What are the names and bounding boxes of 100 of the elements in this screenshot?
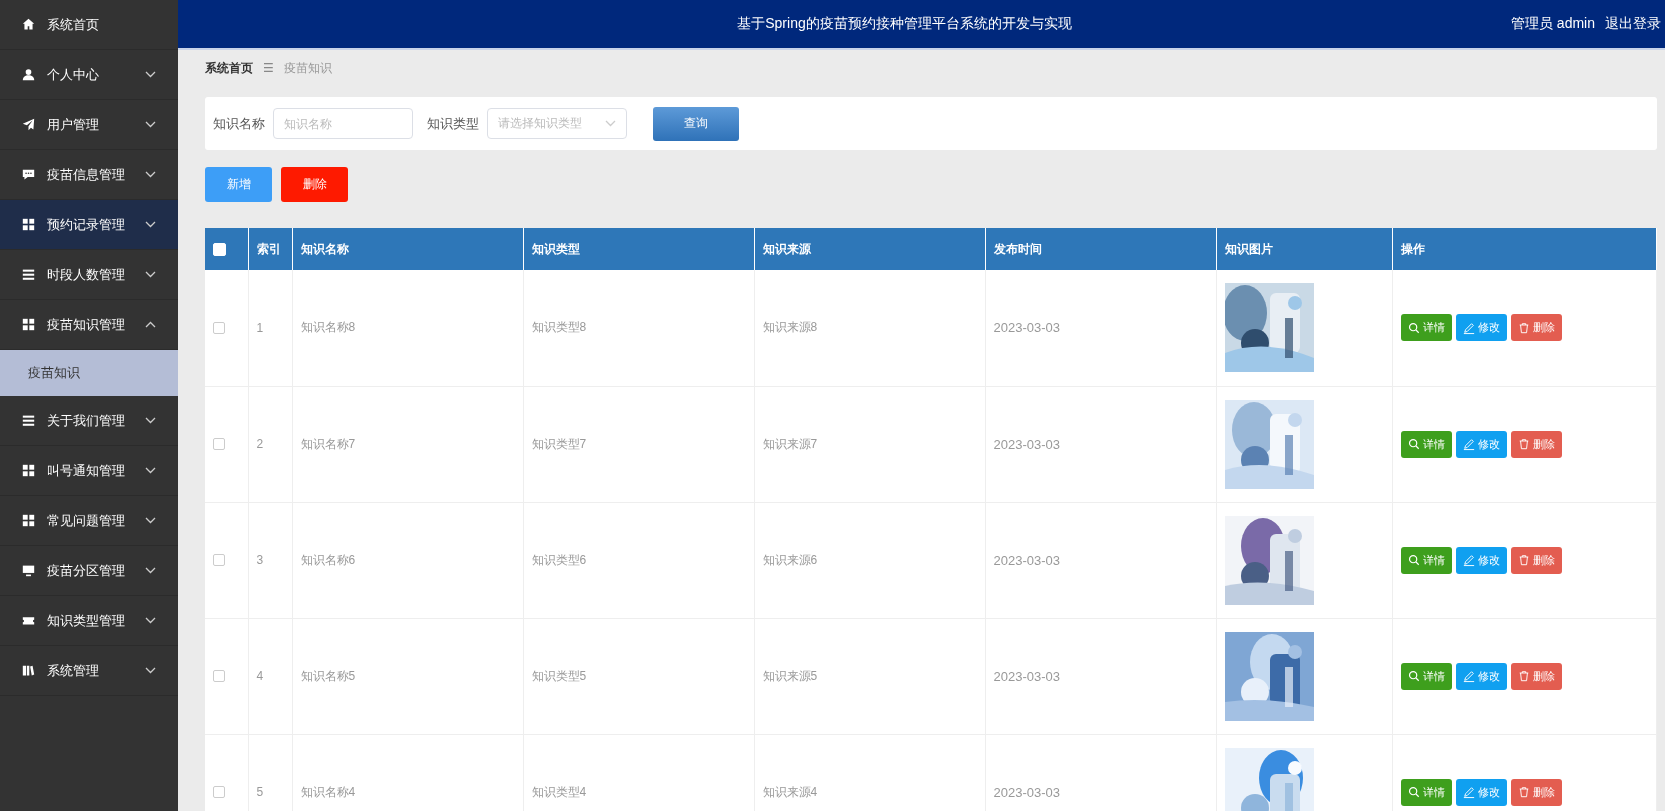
table-cell: 知识类型8	[523, 270, 754, 386]
chevron-icon	[145, 467, 156, 474]
detail-button[interactable]: 详情	[1400, 662, 1452, 690]
type-select[interactable]: 请选择知识类型	[487, 108, 627, 139]
name-field[interactable]: 知识名称	[273, 108, 413, 139]
detail-button[interactable]: 详情	[1400, 314, 1452, 342]
checkbox[interactable]	[213, 786, 225, 798]
edit-button[interactable]: 修改	[1455, 546, 1507, 574]
table-cell: 知识来源7	[754, 386, 985, 502]
pencil-icon	[1462, 669, 1475, 683]
table-cell: 2	[248, 386, 292, 502]
table-cell: 3	[248, 502, 292, 618]
detail-button[interactable]: 详情	[1400, 430, 1452, 458]
grid-icon	[22, 218, 35, 231]
monitor-icon	[22, 564, 35, 577]
trash-icon	[1517, 553, 1530, 567]
delete-button[interactable]: 删除	[1510, 778, 1562, 806]
chevron-icon	[145, 617, 156, 624]
home-icon	[22, 18, 35, 31]
table-cell: 2023-03-03	[985, 386, 1216, 502]
chevron-icon	[145, 171, 156, 178]
chevron-icon	[145, 567, 156, 574]
grid-icon	[22, 318, 35, 331]
table-cell: 知识名称8	[292, 270, 523, 386]
list-icon	[22, 268, 35, 281]
submenu-item[interactable]: 疫苗知识	[0, 350, 178, 396]
chevron-icon	[145, 121, 156, 128]
add-button[interactable]: 新增	[205, 167, 272, 202]
breadcrumb-separator: ☰	[263, 61, 274, 75]
field-label: 知识名称	[213, 114, 265, 133]
table-cell: 知识类型5	[523, 618, 754, 734]
logout-link[interactable]: 退出登录	[1605, 15, 1661, 33]
checkbox[interactable]	[213, 670, 225, 682]
pencil-icon	[1462, 437, 1475, 451]
delete-button[interactable]: 删除	[1510, 662, 1562, 690]
grid-icon	[22, 464, 35, 477]
trash-icon	[1517, 785, 1530, 799]
user-icon	[22, 68, 35, 81]
paper-plane-icon	[22, 118, 35, 131]
search-icon	[1407, 669, 1420, 683]
checkbox[interactable]	[213, 321, 225, 334]
chevron-icon	[605, 120, 616, 127]
delete-button[interactable]: 删除	[281, 167, 348, 202]
trash-icon	[1517, 437, 1530, 451]
chevron-icon	[145, 221, 156, 228]
table-cell: 2023-03-03	[985, 502, 1216, 618]
edit-button[interactable]: 修改	[1455, 662, 1507, 690]
table-cell: 知识名称6	[292, 502, 523, 618]
checkbox[interactable]	[213, 554, 225, 566]
breadcrumb-item: 疫苗知识	[283, 59, 332, 77]
table-cell: 4	[248, 618, 292, 734]
delete-button[interactable]: 删除	[1510, 546, 1562, 574]
edit-button[interactable]: 修改	[1455, 314, 1507, 342]
table-cell: 2023-03-03	[985, 734, 1216, 811]
pencil-icon	[1462, 320, 1475, 335]
edit-button[interactable]: 修改	[1455, 430, 1507, 458]
table-cell: 知识来源4	[754, 734, 985, 811]
search-icon	[1407, 553, 1420, 567]
table-cell: 知识来源8	[754, 270, 985, 386]
chevron-icon	[145, 321, 156, 328]
detail-button[interactable]: 详情	[1400, 546, 1452, 574]
table-cell: 5	[248, 734, 292, 811]
list-icon	[22, 414, 35, 427]
chevron-icon	[145, 271, 156, 278]
app-title: 基于Spring的疫苗预约接种管理平台系统的开发与实现	[736, 15, 1073, 33]
table-cell: 知识类型7	[523, 386, 754, 502]
table-cell: 1	[248, 270, 292, 386]
column-header: 操作	[1392, 228, 1657, 270]
edit-button[interactable]: 修改	[1455, 778, 1507, 806]
search-icon	[1407, 437, 1420, 451]
table-cell: 2023-03-03	[985, 270, 1216, 386]
table-cell: 知识类型6	[523, 502, 754, 618]
sidebar-item[interactable]: 预约记录管理	[0, 200, 178, 250]
column-header: 知识图片	[1216, 228, 1392, 270]
table-cell: 2023-03-03	[985, 618, 1216, 734]
table-cell: 知识类型4	[523, 734, 754, 811]
table-cell: 知识名称4	[292, 734, 523, 811]
detail-button[interactable]: 详情	[1400, 778, 1452, 806]
table-cell: 知识来源6	[754, 502, 985, 618]
chevron-icon	[145, 517, 156, 524]
chevron-icon	[145, 667, 156, 674]
column-header: 知识类型	[523, 228, 754, 270]
column-header: 知识来源	[754, 228, 985, 270]
table-cell: 知识名称7	[292, 386, 523, 502]
grid-icon	[22, 514, 35, 527]
chevron-icon	[145, 71, 156, 78]
column-header: 索引	[248, 228, 292, 270]
pencil-icon	[1462, 785, 1475, 799]
book-icon	[22, 664, 35, 677]
delete-button[interactable]: 删除	[1510, 430, 1562, 458]
delete-button[interactable]: 删除	[1510, 314, 1562, 342]
table-cell: 知识来源5	[754, 618, 985, 734]
search-button[interactable]: 查询	[653, 106, 739, 141]
trash-icon	[1517, 320, 1530, 335]
checkbox[interactable]	[213, 438, 225, 450]
ticket-icon	[22, 614, 35, 627]
field-label: 知识类型	[427, 114, 479, 133]
breadcrumb-item[interactable]: 系统首页	[205, 59, 253, 77]
column-header: 发布时间	[985, 228, 1216, 270]
pencil-icon	[1462, 553, 1475, 567]
